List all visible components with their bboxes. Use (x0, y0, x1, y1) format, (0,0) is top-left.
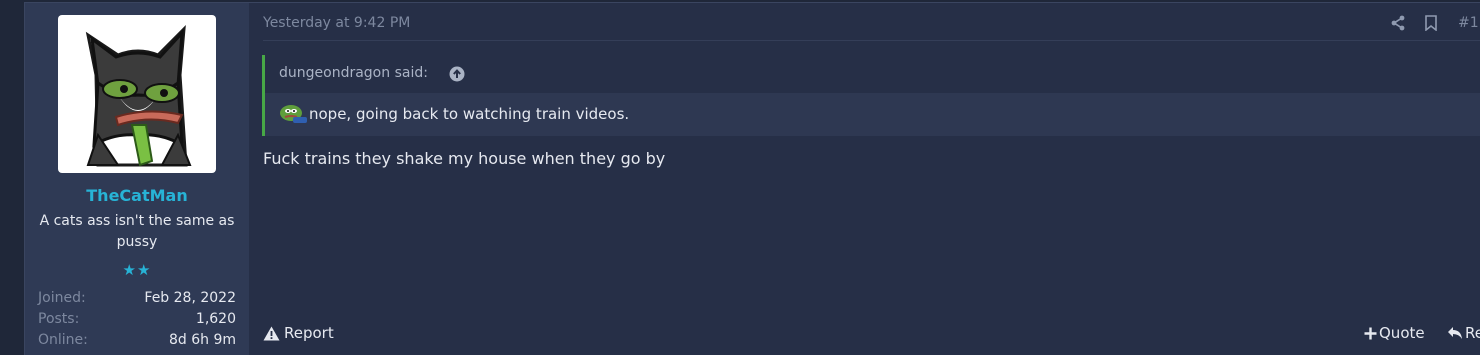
plus-icon (1364, 327, 1377, 339)
pepe-emoji-icon (279, 103, 307, 127)
warning-icon (263, 326, 280, 340)
share-icon (1391, 15, 1405, 31)
stat-value[interactable]: 1,620 (196, 309, 236, 330)
stat-online: Online: 8d 6h 9m (38, 330, 236, 351)
user-panel: TheCatMan A cats ass isn't the same as p… (25, 3, 249, 355)
stat-posts: Posts: 1,620 (38, 309, 236, 330)
stat-label: Joined: (38, 290, 86, 306)
reply-arrow-icon (1448, 327, 1462, 339)
reply-button[interactable]: Reply (1447, 324, 1480, 342)
share-button[interactable] (1390, 15, 1406, 31)
quote-label: Quote (1379, 324, 1425, 342)
quote-header: dungeondragon said: (265, 55, 1480, 93)
post-number-link[interactable]: #11 (1458, 15, 1480, 31)
username[interactable]: TheCatMan (25, 186, 249, 205)
quote-text: nope, going back to watching train video… (309, 105, 630, 123)
stat-joined: Joined: Feb 28, 2022 (38, 288, 236, 309)
quote-author[interactable]: dungeondragon said: (279, 65, 428, 81)
quote-block: dungeondragon said: nope, going back to … (262, 55, 1480, 136)
stat-value: 8d 6h 9m (168, 332, 236, 348)
report-label: Report (284, 324, 334, 342)
arrow-up-circle-icon (449, 66, 465, 82)
reply-label: Reply (1465, 324, 1480, 342)
user-title: A cats ass isn't the same as pussy (39, 213, 235, 250)
user-avatar[interactable] (58, 15, 216, 173)
report-button[interactable]: Report (263, 324, 334, 342)
header-divider (263, 40, 1480, 41)
stat-label: Posts: (38, 311, 80, 327)
page: TheCatMan A cats ass isn't the same as p… (0, 0, 1480, 355)
quote-body: nope, going back to watching train video… (265, 93, 1480, 136)
stat-value: Feb 28, 2022 (144, 290, 236, 306)
post-message: Fuck trains they shake my house when the… (263, 149, 666, 168)
user-rank-stars: ★★ (122, 261, 152, 279)
go-to-quoted-post-button[interactable] (449, 66, 465, 86)
stat-label: Online: (38, 332, 88, 348)
forum-post: TheCatMan A cats ass isn't the same as p… (24, 2, 1480, 355)
quote-button[interactable]: Quote (1364, 324, 1425, 342)
cat-avatar-image (85, 25, 192, 167)
post-timestamp[interactable]: Yesterday at 9:42 PM (263, 15, 410, 31)
bookmark-button[interactable] (1424, 15, 1438, 31)
bookmark-icon (1425, 15, 1437, 31)
post-main: Yesterday at 9:42 PM #11 dungeondragon (250, 3, 1480, 355)
